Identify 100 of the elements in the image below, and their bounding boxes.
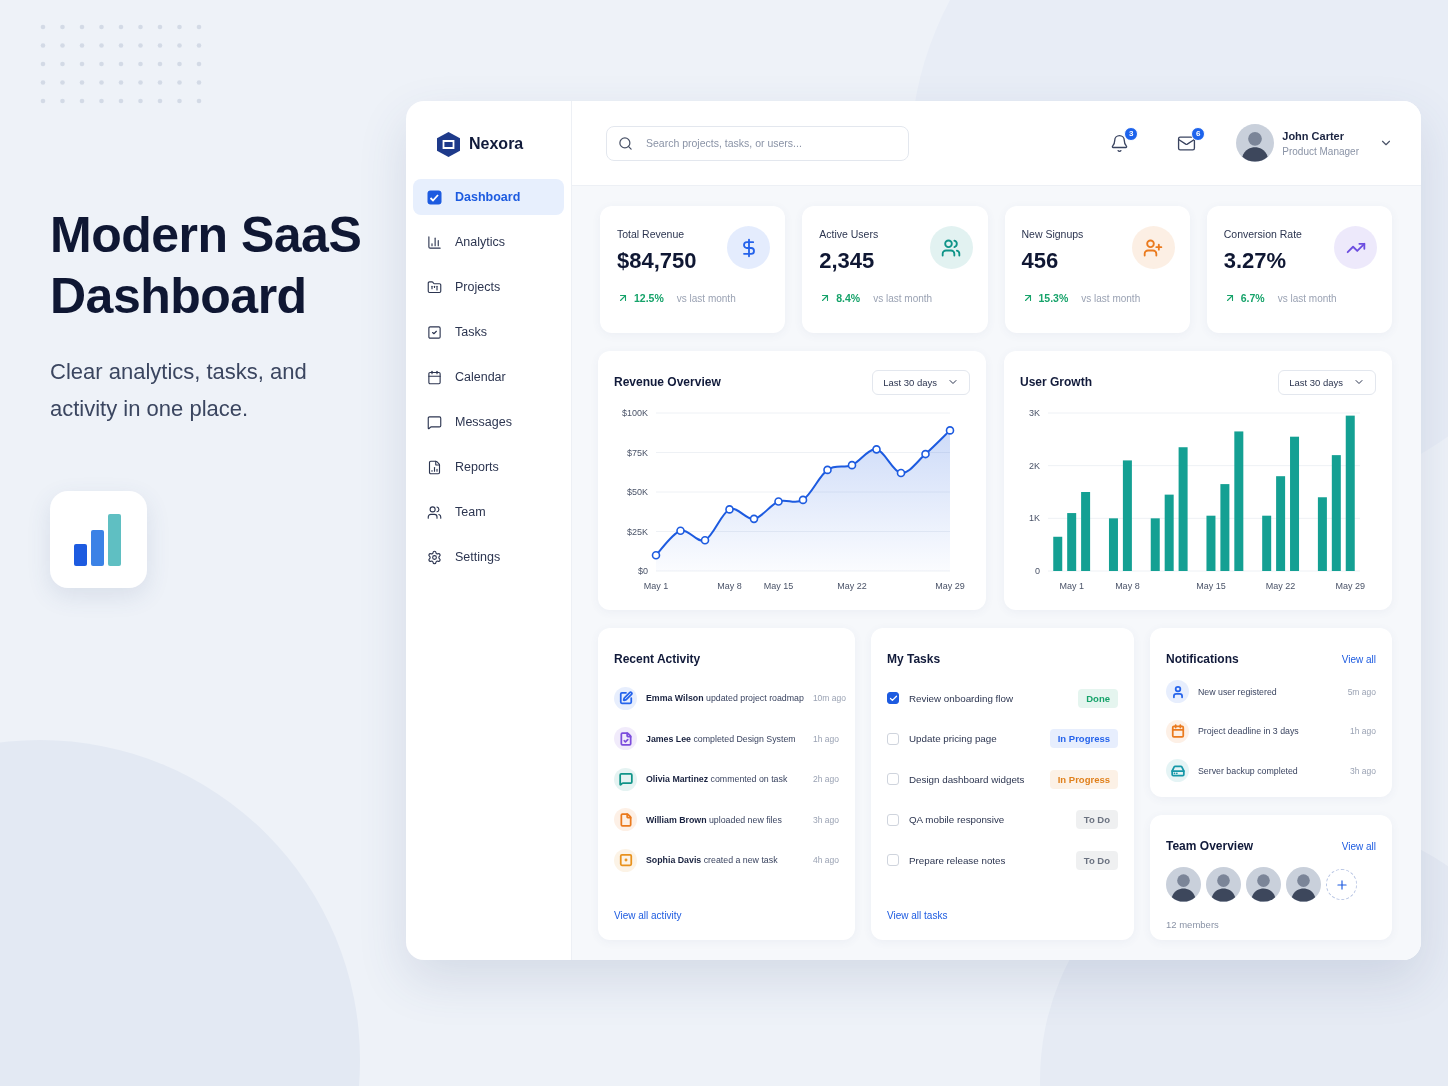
nav-item[interactable]: Calendar <box>413 359 564 395</box>
stat-value: 3.27% <box>1223 248 1288 274</box>
status-badge: To Do <box>1075 850 1118 870</box>
activity-time: 2h ago <box>813 774 839 785</box>
avatar <box>1246 867 1281 902</box>
chart-bar <box>1067 513 1077 571</box>
stat-period: vs last month <box>676 292 736 304</box>
view-all-link[interactable]: View all tasks <box>887 909 948 921</box>
stat-title: Active Users <box>819 228 880 240</box>
chart-bar <box>1262 515 1272 571</box>
activity-time: 10m ago <box>812 693 846 704</box>
view-all-link[interactable]: View all <box>1341 840 1376 852</box>
brand-name: Nexora <box>469 135 524 153</box>
nav-item[interactable]: Reports <box>413 449 564 485</box>
nav-item[interactable]: Analytics <box>413 224 564 260</box>
stat-period: vs last month <box>873 292 933 304</box>
axis-label: $0 <box>638 566 648 576</box>
axis-label: $100K <box>621 408 648 418</box>
add-member-button[interactable] <box>1326 869 1357 900</box>
settings-icon <box>427 549 442 565</box>
activity-text: Sophia Davis created a new task <box>646 855 779 866</box>
nav-item[interactable]: Projects <box>413 269 564 305</box>
view-all-link[interactable]: View all activity <box>614 909 682 921</box>
message-icon <box>427 414 442 430</box>
data-point <box>847 460 857 470</box>
data-point <box>823 465 832 475</box>
data-point <box>676 526 685 535</box>
chart-bar <box>1206 515 1216 571</box>
card-title: Notifications <box>1166 652 1239 666</box>
stat-title: New Signups <box>1021 228 1085 240</box>
data-point <box>774 497 783 506</box>
status-badge: In Progress <box>1049 769 1118 789</box>
search-field[interactable]: Search projects, tasks, or users... <box>606 125 909 161</box>
nav-item[interactable]: Dashboard <box>413 179 564 215</box>
status-badge: To Do <box>1075 810 1118 830</box>
calendar-icon <box>427 369 442 385</box>
activity-text: William Brown uploaded new files <box>646 814 783 825</box>
nav-item[interactable]: Team <box>413 494 564 530</box>
task-label: Update pricing page <box>909 733 998 745</box>
user-role: Product Manager <box>1282 145 1359 157</box>
stat-period: vs last month <box>1081 292 1141 304</box>
range-dropdown[interactable]: Last 30 days <box>872 369 970 395</box>
axis-label: 0 <box>1035 566 1040 576</box>
nav-item[interactable]: Messages <box>413 404 564 440</box>
avatar <box>1286 867 1321 902</box>
range-dropdown[interactable]: Last 30 days <box>1278 369 1376 395</box>
chart-bar <box>1108 518 1118 571</box>
card-title: Team Overview <box>1166 839 1254 853</box>
axis-label: May 22 <box>837 581 867 591</box>
stat-title: Conversion Rate <box>1223 228 1303 240</box>
notification-time: 3h ago <box>1350 765 1376 776</box>
file-chart-icon <box>427 459 442 475</box>
axis-label: $75K <box>626 447 648 458</box>
axis-label: May 1 <box>643 581 669 591</box>
activity-time: 3h ago <box>813 814 839 825</box>
status-badge: In Progress <box>1049 729 1118 749</box>
search-icon <box>618 135 633 151</box>
bar-chart-icon <box>427 234 442 250</box>
notification-text: New user registered <box>1198 686 1278 697</box>
hero-subtitle: Clear analytics, tasks, and activity in one place. <box>50 358 308 423</box>
axis-label: May 15 <box>1196 581 1226 591</box>
hero-title: Modern SaaS Dashboard <box>50 206 363 326</box>
nav-item[interactable]: Settings <box>413 539 564 575</box>
nav-item[interactable]: Tasks <box>413 314 564 350</box>
stat-change: 8.4% <box>836 292 861 304</box>
axis-label: May 8 <box>717 581 742 591</box>
app-icon <box>50 491 147 588</box>
data-point <box>872 445 881 454</box>
checkbox[interactable] <box>887 692 899 705</box>
stat-value: 456 <box>1021 248 1060 274</box>
folder-icon <box>427 279 442 295</box>
arrow-up-icon <box>617 292 629 304</box>
axis-label: May 22 <box>1265 581 1296 591</box>
users-icon <box>427 504 442 520</box>
axis-label: May 1 <box>1059 581 1084 591</box>
data-point <box>651 550 661 560</box>
view-all-link[interactable]: View all <box>1341 653 1376 665</box>
card-title: My Tasks <box>887 652 941 666</box>
axis-label: May 29 <box>935 581 965 591</box>
data-point <box>725 505 734 514</box>
notification-text: Project deadline in 3 days <box>1198 726 1300 737</box>
notification-time: 5m ago <box>1347 686 1376 697</box>
stat-change: 6.7% <box>1240 292 1265 304</box>
notification-time: 1h ago <box>1350 726 1376 737</box>
checkbox-icon <box>427 324 442 340</box>
axis-label: $50K <box>626 487 648 497</box>
activity-time: 1h ago <box>813 733 839 744</box>
status-badge: Done <box>1078 688 1118 708</box>
task-label: Design dashboard widgets <box>909 773 1026 785</box>
axis-label: $25K <box>626 526 648 537</box>
user-name: John Carter <box>1282 129 1346 142</box>
stat-change: 12.5% <box>634 292 664 304</box>
data-point <box>749 514 759 524</box>
axis-label: 1K <box>1029 513 1040 524</box>
stat-value: $84,750 <box>617 248 698 274</box>
count-badge: 3 <box>1124 126 1139 141</box>
stat-period: vs last month <box>1277 292 1337 304</box>
activity-text: Olivia Martinez commented on task <box>646 774 789 785</box>
hexagon-logo-icon <box>437 131 460 157</box>
activity-time: 4h ago <box>813 855 839 866</box>
